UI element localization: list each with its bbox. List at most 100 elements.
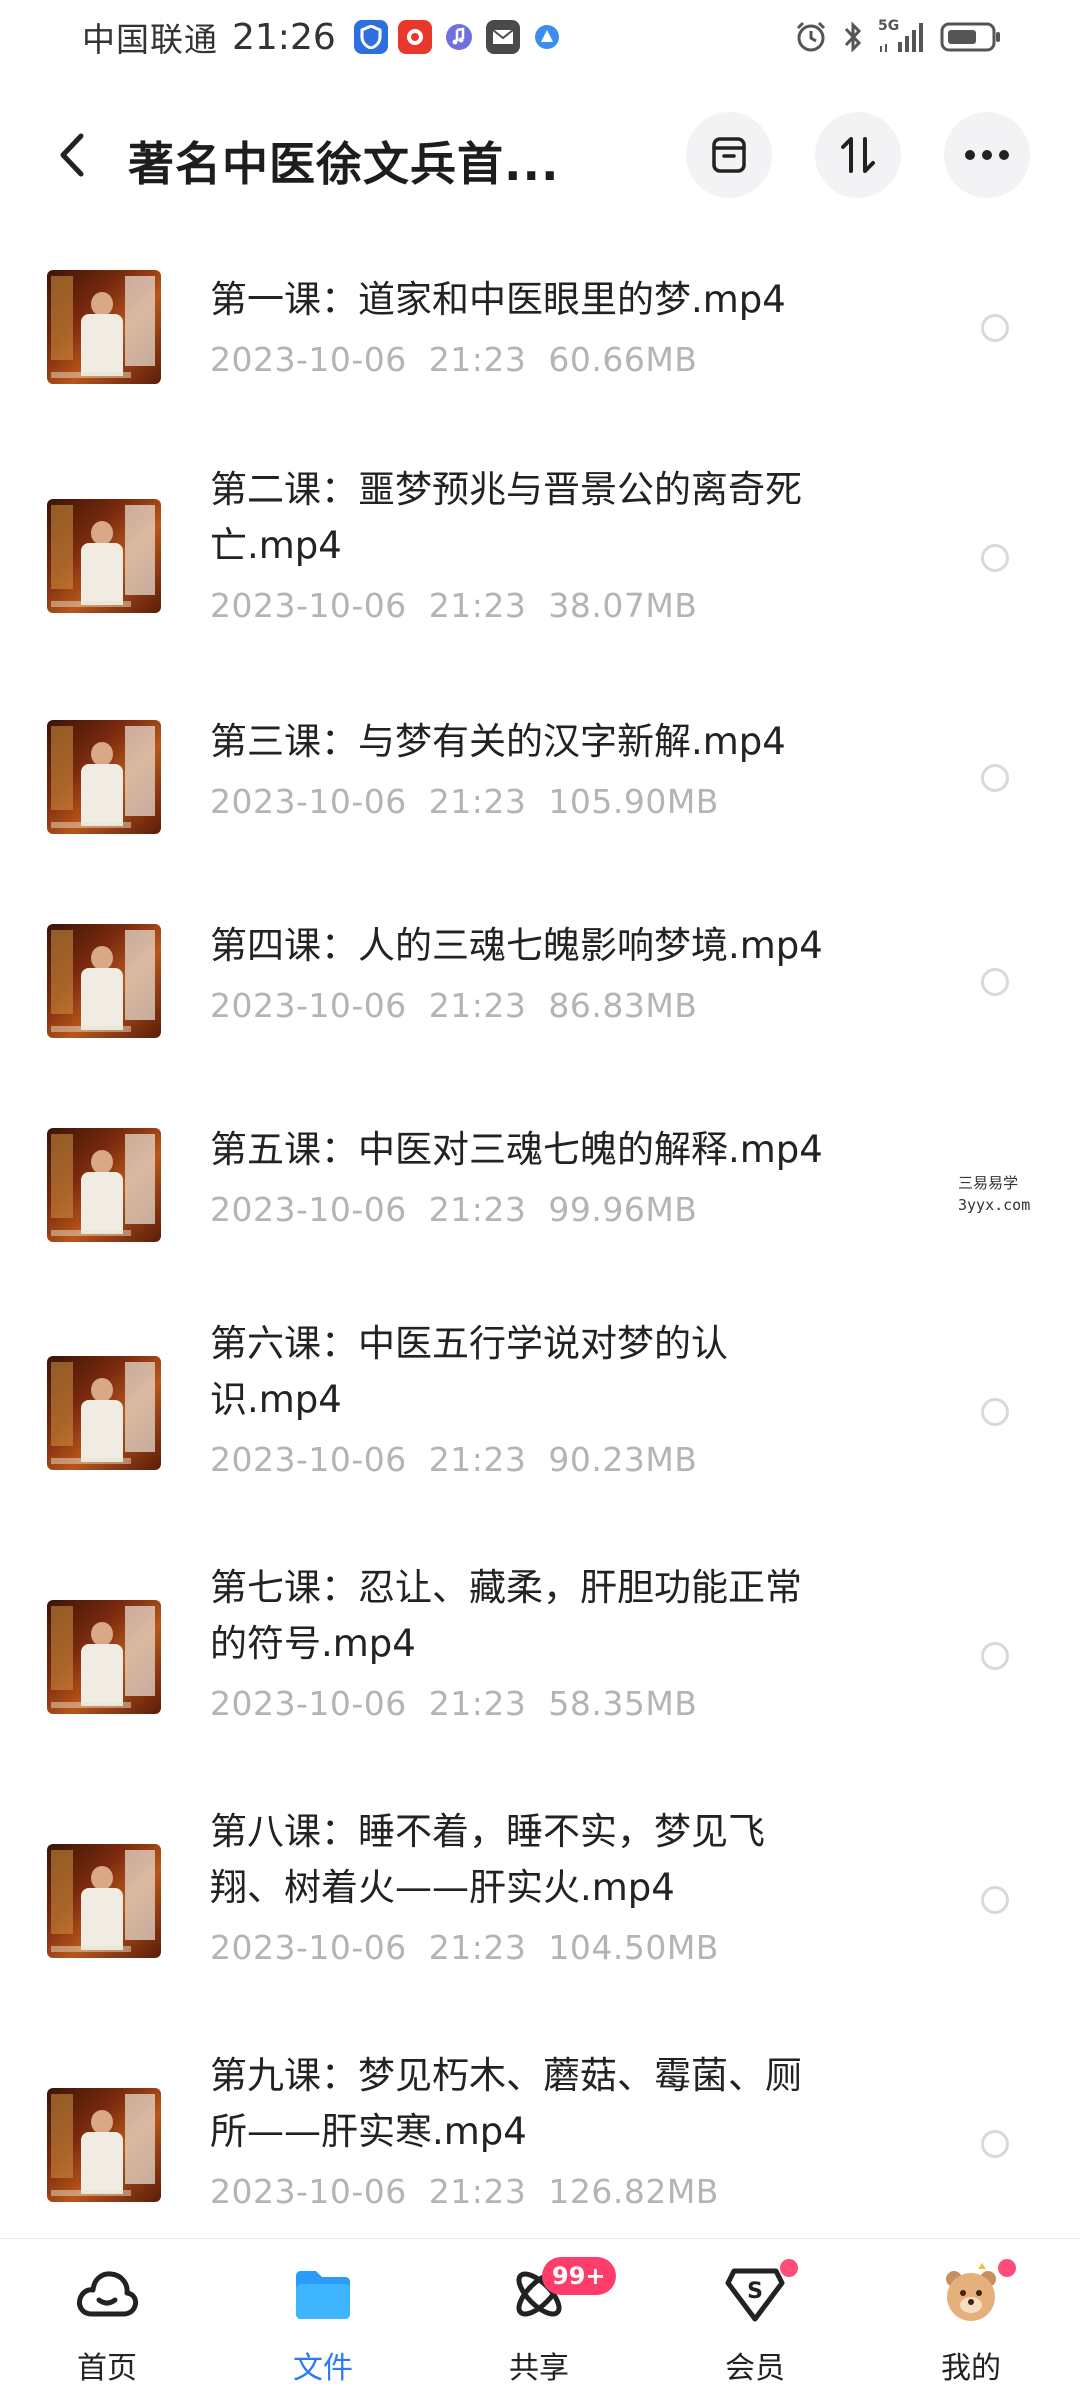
file-time: 21:23 — [428, 586, 527, 625]
file-date: 2023-10-06 — [210, 782, 407, 821]
tab-vip-label: 会员 — [725, 2351, 785, 2386]
tab-share-label: 共享 — [509, 2351, 569, 2386]
file-name: 第五课：中医对三魂七魄的解释.mp4 — [210, 1128, 823, 1171]
file-time: 21:23 — [428, 986, 527, 1025]
file-meta: 2023-10-06 21:23 99.96MB — [210, 1190, 697, 1229]
video-thumbnail — [47, 1844, 161, 1958]
file-size: 38.07MB — [548, 586, 698, 625]
file-name: 第一课：道家和中医眼里的梦.mp4 — [210, 278, 786, 321]
clock: 21:26 — [232, 16, 336, 58]
carrier-name: 中国联通 — [82, 20, 218, 59]
alarm-icon — [796, 21, 826, 52]
select-radio[interactable] — [981, 968, 1009, 996]
app-red-icon — [397, 20, 432, 54]
tab-files[interactable]: 文件 — [253, 2239, 393, 2401]
file-size: 99.96MB — [548, 1190, 698, 1229]
file-time: 21:23 — [428, 1440, 527, 1479]
file-name-line1: 第六课：中医五行学说对梦的认 — [210, 1322, 728, 1365]
video-thumbnail — [47, 1128, 161, 1242]
folder-icon — [290, 2261, 356, 2327]
bear-avatar-icon — [938, 2259, 1016, 2327]
file-time: 21:23 — [428, 2172, 527, 2211]
file-size: 104.50MB — [548, 1928, 719, 1967]
file-size: 90.23MB — [548, 1440, 698, 1479]
file-name-line2: 识.mp4 — [210, 1378, 342, 1421]
file-name: 第九课：梦见朽木、蘑菇、霉菌、厕 所——肝实寒.mp4 — [210, 2048, 910, 2160]
video-thumbnail — [47, 2088, 161, 2202]
watermark-line1: 三易易学 — [958, 1174, 1019, 1192]
file-name-line2: 翔、树着火——肝实火.mp4 — [210, 1866, 675, 1909]
status-right: 5G — [794, 12, 1002, 62]
header: 著名中医徐文兵首... — [0, 100, 1080, 210]
file-name: 第八课：睡不着，睡不实，梦见飞 翔、树着火——肝实火.mp4 — [210, 1804, 910, 1916]
select-radio[interactable] — [981, 764, 1009, 792]
status-left: 中国联通 21:26 — [82, 12, 564, 62]
archive-button[interactable] — [686, 112, 772, 198]
file-meta: 2023-10-06 21:23 86.83MB — [210, 986, 697, 1025]
file-meta: 2023-10-06 21:23 126.82MB — [210, 2172, 719, 2211]
file-time: 21:23 — [428, 782, 527, 821]
file-size: 86.83MB — [548, 986, 698, 1025]
tab-home[interactable]: 首页 — [37, 2239, 177, 2401]
status-bar: 中国联通 21:26 5G — [0, 0, 1080, 76]
file-time: 21:23 — [428, 1928, 527, 1967]
svg-text:S: S — [747, 2279, 763, 2304]
back-button[interactable] — [42, 120, 102, 190]
select-radio[interactable] — [981, 1642, 1009, 1670]
atom-share-icon: 99+ — [506, 2257, 616, 2327]
more-icon — [965, 150, 1009, 160]
file-name-line2: 的符号.mp4 — [210, 1622, 416, 1665]
watermark: 三易易学 3yyx.com — [958, 1172, 1030, 1216]
battery-icon — [940, 22, 1000, 52]
file-meta: 2023-10-06 21:23 58.35MB — [210, 1684, 697, 1723]
file-size: 60.66MB — [548, 340, 698, 379]
file-time: 21:23 — [428, 1190, 527, 1229]
watermark-line2: 3yyx.com — [958, 1196, 1031, 1214]
file-date: 2023-10-06 — [210, 1928, 407, 1967]
file-name-line1: 第七课：忍让、藏柔，肝胆功能正常 — [210, 1566, 802, 1609]
video-thumbnail — [47, 720, 161, 834]
select-radio[interactable] — [981, 1398, 1009, 1426]
share-badge: 99+ — [542, 2257, 616, 2295]
sort-button[interactable] — [815, 112, 901, 198]
app-shield-icon — [353, 20, 388, 54]
file-meta: 2023-10-06 21:23 104.50MB — [210, 1928, 719, 1967]
select-radio[interactable] — [981, 2130, 1009, 2158]
tab-profile-label: 我的 — [941, 2351, 1001, 2386]
file-date: 2023-10-06 — [210, 986, 407, 1025]
file-date: 2023-10-06 — [210, 2172, 407, 2211]
vip-notification-dot — [780, 2259, 798, 2277]
cloud-home-icon — [74, 2261, 140, 2327]
mail-icon — [485, 20, 520, 54]
back-icon — [60, 133, 84, 177]
vip-diamond-icon: S — [722, 2259, 798, 2327]
file-time: 21:23 — [428, 340, 527, 379]
file-name: 第六课：中医五行学说对梦的认 识.mp4 — [210, 1316, 910, 1428]
file-date: 2023-10-06 — [210, 1190, 407, 1229]
select-radio[interactable] — [981, 544, 1009, 572]
file-date: 2023-10-06 — [210, 340, 407, 379]
file-date: 2023-10-06 — [210, 586, 407, 625]
select-radio[interactable] — [981, 314, 1009, 342]
music-icon — [441, 20, 476, 54]
video-thumbnail — [47, 270, 161, 384]
file-date: 2023-10-06 — [210, 1684, 407, 1723]
file-meta: 2023-10-06 21:23 38.07MB — [210, 586, 697, 625]
more-button[interactable] — [944, 112, 1030, 198]
file-name: 第三课：与梦有关的汉字新解.mp4 — [210, 720, 786, 763]
file-name: 第二课：噩梦预兆与晋景公的离奇死 亡.mp4 — [210, 462, 910, 574]
file-size: 126.82MB — [548, 2172, 719, 2211]
file-size: 105.90MB — [548, 782, 719, 821]
tab-profile[interactable]: 我的 — [901, 2239, 1041, 2401]
file-name: 第四课：人的三魂七魄影响梦境.mp4 — [210, 924, 823, 967]
file-name: 第七课：忍让、藏柔，肝胆功能正常 的符号.mp4 — [210, 1560, 910, 1672]
tab-share[interactable]: 99+ 共享 — [469, 2239, 616, 2401]
file-meta: 2023-10-06 21:23 90.23MB — [210, 1440, 697, 1479]
select-radio[interactable] — [981, 1886, 1009, 1914]
tab-files-label: 文件 — [293, 2351, 353, 2386]
file-meta: 2023-10-06 21:23 60.66MB — [210, 340, 697, 379]
video-thumbnail — [47, 924, 161, 1038]
file-name-line2: 所——肝实寒.mp4 — [210, 2110, 527, 2153]
signal-icon: 5G — [878, 18, 926, 54]
tab-vip[interactable]: S 会员 — [685, 2239, 825, 2401]
